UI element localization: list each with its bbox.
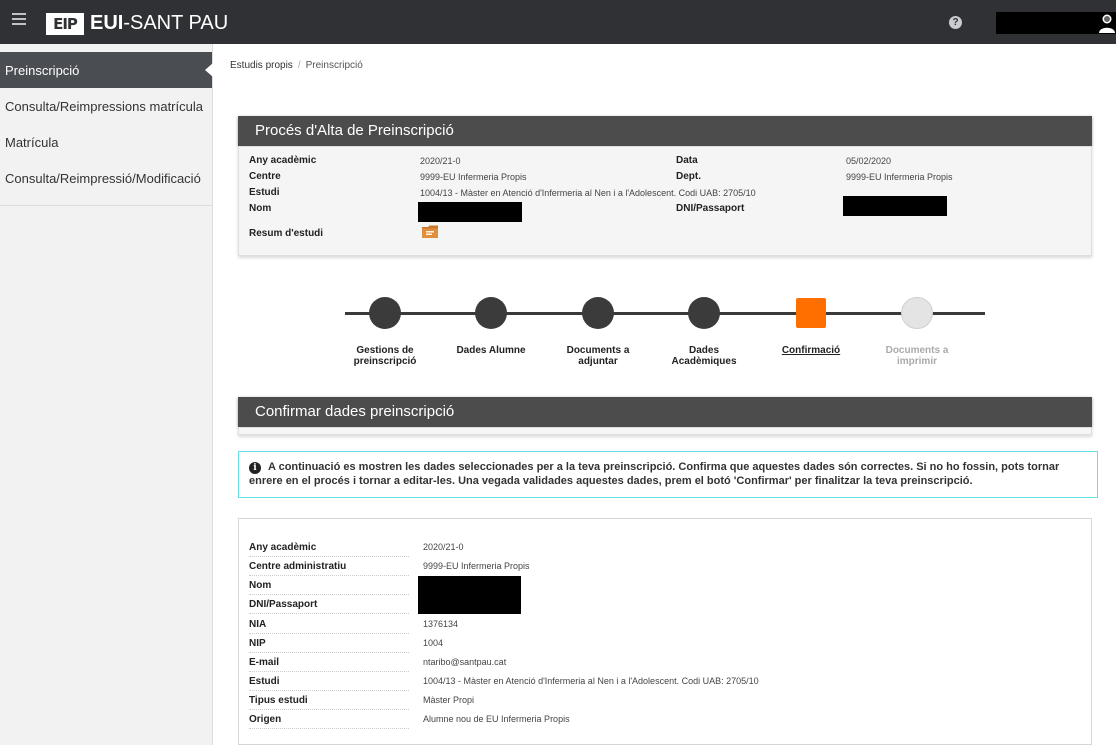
confirm-panel-body (238, 427, 1092, 435)
dni-value-redacted (843, 196, 947, 216)
detail-label: DNI/Passaport (249, 599, 409, 614)
logo-mark: EIP (46, 12, 84, 35)
sidebar-item-consulta-reimpressions[interactable]: Consulta/Reimpressions matrícula (0, 88, 212, 124)
detail-value: 2020/21-0 (423, 542, 464, 552)
folder-icon[interactable] (422, 225, 438, 238)
detail-value-redacted (418, 576, 521, 595)
sidebar: Preinscripció Consulta/Reimpressions mat… (0, 44, 213, 745)
detail-value: Alumne nou de EU Infermeria Propis (423, 714, 570, 724)
detail-row-tipus-estudi: Tipus estudi Màster Propi (249, 691, 1069, 710)
help-icon[interactable]: ? (949, 16, 962, 29)
confirmation-details-panel: Any acadèmic 2020/21-0 Centre administra… (238, 518, 1092, 745)
detail-value: 1004/13 - Màster en Atenció d'Infermeria… (423, 676, 759, 686)
dni-label: DNI/Passaport (676, 203, 745, 214)
step-documents-adjuntar-dot[interactable] (582, 297, 614, 329)
step-confirmacio-dot[interactable] (796, 298, 826, 328)
step-confirmacio-label[interactable]: Confirmació (761, 345, 861, 356)
confirm-panel-title: Confirmar dades preinscripció (238, 397, 1092, 427)
sidebar-divider (0, 196, 212, 206)
estudi-value: 1004/13 - Màster en Atenció d'Infermeria… (420, 188, 756, 198)
detail-label: E-mail (249, 657, 409, 672)
detail-row-nip: NIP 1004 (249, 634, 1069, 653)
logo-text: EUI-SANT PAU (90, 12, 229, 34)
menu-icon[interactable] (12, 13, 26, 27)
detail-row-nia: NIA 1376134 (249, 615, 1069, 634)
detail-row-centre: Centre administratiu 9999-EU Infermeria … (249, 557, 1069, 576)
detail-value: 1004 (423, 638, 444, 648)
step-gestions-dot[interactable] (369, 297, 401, 329)
sidebar-item-consulta-modificacio[interactable]: Consulta/Reimpressió/Modificació (0, 160, 212, 196)
breadcrumb-root[interactable]: Estudis propis (230, 60, 293, 71)
process-panel-title: Procés d'Alta de Preinscripció (238, 116, 1092, 146)
detail-label: Centre administratiu (249, 561, 409, 576)
info-alert: iA continuació es mostren les dades sele… (238, 451, 1098, 498)
user-avatar-icon[interactable] (1098, 13, 1116, 33)
detail-label: Estudi (249, 676, 409, 691)
centre-value: 9999-EU Infermeria Propis (420, 172, 527, 182)
any-academic-value: 2020/21-0 (420, 156, 461, 166)
sidebar-item-preinscripcio[interactable]: Preinscripció (0, 52, 213, 88)
detail-label: NIP (249, 638, 409, 653)
detail-value: 1376134 (423, 619, 459, 629)
sidebar-item-label: Matrícula (5, 134, 59, 150)
detail-value: ntaribo@santpau.cat (423, 657, 507, 667)
detail-label: Tipus estudi (249, 695, 409, 710)
eui-sant-pau-logo[interactable]: EIP EUI-SANT PAU (46, 12, 228, 35)
step-documents-imprimir-label: Documents a imprimir (885, 345, 949, 367)
nom-value-redacted (418, 202, 522, 222)
step-dades-academiques-dot[interactable] (688, 297, 720, 329)
nom-label: Nom (249, 203, 272, 214)
sidebar-item-label: Consulta/Reimpressió/Modificació (5, 170, 201, 186)
detail-label: Origen (249, 714, 409, 729)
detail-row-email: E-mail ntaribo@santpau.cat (249, 653, 1069, 672)
detail-row-origen: Origen Alumne nou de EU Infermeria Propi… (249, 710, 1069, 729)
step-documents-imprimir-dot (901, 297, 933, 329)
step-dades-academiques-label[interactable]: Dades Acadèmiques (654, 345, 754, 367)
sidebar-item-matricula[interactable]: Matrícula (0, 124, 212, 160)
data-value: 05/02/2020 (846, 156, 892, 166)
alert-text: A continuació es mostren les dades selec… (249, 461, 1060, 487)
any-academic-label: Any acadèmic (249, 155, 317, 166)
detail-value: 9999-EU Infermeria Propis (423, 561, 530, 571)
detail-row-dni: DNI/Passaport (249, 595, 1069, 614)
step-dades-alumne-dot[interactable] (475, 297, 507, 329)
detail-label: NIA (249, 619, 409, 634)
detail-value-redacted (418, 595, 521, 614)
sidebar-item-label: Consulta/Reimpressions matrícula (5, 98, 203, 114)
breadcrumb-separator: / (297, 60, 301, 71)
step-dades-alumne-label[interactable]: Dades Alumne (441, 345, 541, 356)
breadcrumb: Estudis propis / Preinscripció (230, 60, 363, 71)
estudi-label: Estudi (249, 187, 280, 198)
detail-label: Nom (249, 580, 409, 595)
detail-row-estudi: Estudi 1004/13 - Màster en Atenció d'Inf… (249, 672, 1069, 691)
sidebar-item-label: Preinscripció (5, 62, 80, 78)
stepper-track (345, 312, 985, 315)
detail-label: Any acadèmic (249, 542, 409, 557)
top-navbar: EIP EUI-SANT PAU ? (0, 0, 1116, 44)
process-summary-panel: Any acadèmic 2020/21-0 Data 05/02/2020 C… (238, 146, 1092, 256)
resum-label: Resum d'estudi (249, 228, 324, 239)
step-gestions-label[interactable]: Gestions de preinscripció (335, 345, 435, 367)
progress-stepper: Gestions de preinscripció Dades Alumne Do… (345, 295, 985, 375)
data-label: Data (676, 155, 698, 166)
detail-row-nom: Nom (249, 576, 1069, 595)
step-documents-adjuntar-label[interactable]: Documents a adjuntar (548, 345, 648, 367)
breadcrumb-current: Preinscripció (305, 60, 363, 71)
detail-value: Màster Propi (423, 695, 475, 705)
info-icon: i (249, 462, 261, 474)
centre-label: Centre (249, 171, 281, 182)
dept-label: Dept. (676, 171, 701, 182)
detail-row-any-academic: Any acadèmic 2020/21-0 (249, 538, 1069, 557)
dept-value: 9999-EU Infermeria Propis (846, 172, 953, 182)
